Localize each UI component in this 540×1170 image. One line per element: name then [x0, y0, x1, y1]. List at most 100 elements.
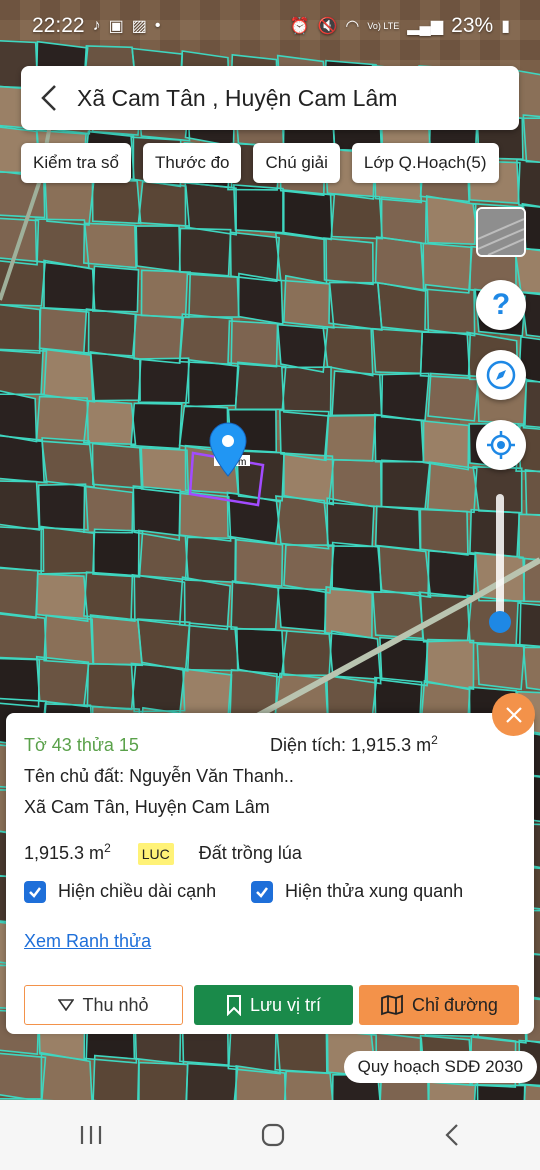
- field-parcel: [235, 362, 286, 410]
- area-label: Diện tích: 1,915.3 m2: [270, 733, 438, 756]
- field-parcel: [283, 190, 335, 240]
- back-button[interactable]: [21, 66, 77, 130]
- status-bar: 22:22 ♪ ▣ ▨ • ⏰ 🔇 ◠ Vo) LTE ▂▄▆ 23% ▮: [0, 0, 540, 52]
- land-info-row: 1,915.3 m2 LUC Đất trồng lúa: [24, 841, 302, 865]
- my-location-button[interactable]: [476, 420, 526, 470]
- field-parcel: [179, 668, 232, 718]
- field-parcel: [131, 403, 182, 449]
- minimize-button[interactable]: Thu nhỏ: [24, 985, 183, 1025]
- home-icon[interactable]: [260, 1122, 286, 1148]
- map-thumbnail-icon: [478, 209, 524, 255]
- field-parcel: [515, 70, 540, 119]
- battery-percent: 23%: [451, 14, 494, 37]
- field-parcel: [275, 1028, 327, 1073]
- ruler-button[interactable]: Thước đo: [142, 143, 242, 183]
- field-parcel: [233, 184, 283, 233]
- field-parcel: [374, 414, 424, 462]
- field-parcel: [377, 545, 431, 598]
- battery-icon: ▮: [501, 18, 510, 35]
- field-parcel: [372, 328, 423, 374]
- location-header: Xã Cam Tân , Huyện Cam Lâm: [21, 66, 519, 130]
- view-boundary-link[interactable]: Xem Ranh thửa: [24, 931, 151, 952]
- alarm-icon: ⏰: [289, 18, 310, 35]
- map-icon: [381, 994, 403, 1016]
- field-parcel: [231, 581, 279, 630]
- field-parcel: [138, 358, 189, 403]
- field-parcel: [131, 663, 185, 712]
- checkbox-neighbors[interactable]: Hiện thửa xung quanh: [251, 881, 463, 904]
- map-layer-button[interactable]: [476, 207, 526, 257]
- field-parcel: [92, 180, 141, 224]
- save-location-label: Lưu vị trí: [249, 994, 322, 1015]
- tiktok-icon: ♪: [92, 17, 101, 34]
- field-parcel: [0, 349, 47, 395]
- field-parcel: [185, 182, 237, 235]
- page-title: Xã Cam Tân , Huyện Cam Lâm: [77, 84, 398, 111]
- field-parcel: [36, 656, 89, 707]
- field-parcel: [38, 484, 88, 530]
- help-button[interactable]: ?: [476, 280, 526, 330]
- triangle-down-icon: [58, 999, 75, 1011]
- close-icon: [505, 706, 522, 723]
- field-parcel: [179, 228, 231, 276]
- parcel-address: Xã Cam Tân, Huyện Cam Lâm: [24, 797, 270, 817]
- field-parcel: [44, 615, 94, 664]
- field-parcel: [428, 373, 479, 421]
- field-parcel: [45, 177, 95, 226]
- chevron-left-icon: [41, 85, 56, 111]
- dot-icon: •: [154, 17, 161, 34]
- compass-icon: [486, 360, 516, 390]
- back-nav-icon[interactable]: [442, 1122, 462, 1148]
- field-parcel: [477, 644, 525, 690]
- toolbar-chips: Kiểm tra sổ Thước đo Chú giải Lớp Q.Hoạc…: [21, 143, 499, 183]
- field-parcel: [425, 462, 477, 513]
- field-parcel: [330, 193, 383, 239]
- field-parcel: [185, 359, 239, 407]
- field-parcel: [92, 529, 143, 577]
- save-location-button[interactable]: Lưu vị trí: [194, 985, 353, 1025]
- check-book-button[interactable]: Kiểm tra sổ: [21, 143, 131, 183]
- zoom-slider-track[interactable]: [496, 494, 504, 622]
- minimize-label: Thu nhỏ: [82, 994, 149, 1015]
- zoom-slider-handle[interactable]: [489, 611, 511, 633]
- field-parcel: [283, 544, 334, 593]
- field-parcel: [83, 400, 136, 445]
- field-parcel: [36, 573, 88, 622]
- field-parcel: [420, 332, 471, 379]
- field-parcel: [0, 481, 40, 530]
- area-value-sup: 2: [104, 841, 111, 855]
- checkbox-checked-icon[interactable]: [24, 881, 46, 904]
- network-label: Vo) LTE: [367, 20, 400, 31]
- field-parcel: [0, 612, 47, 660]
- field-parcel: [185, 537, 236, 583]
- field-parcel: [379, 373, 429, 421]
- planning-layer-button[interactable]: Lớp Q.Hoạch(5): [351, 143, 499, 183]
- area-value: 1,915.3 m: [24, 843, 105, 863]
- field-parcel: [138, 181, 190, 227]
- field-parcel: [0, 567, 38, 619]
- area-text: Diện tích: 1,915.3 m: [270, 735, 432, 755]
- field-parcel: [277, 587, 326, 632]
- field-parcel: [281, 367, 332, 417]
- field-parcel: [519, 514, 540, 561]
- field-parcel: [324, 414, 376, 462]
- field-parcel: [332, 371, 383, 416]
- close-panel-button[interactable]: [492, 693, 535, 736]
- checkbox-edge-length[interactable]: Hiện chiều dài cạnh: [24, 881, 216, 904]
- recent-apps-icon[interactable]: [78, 1124, 104, 1146]
- field-parcel: [39, 307, 89, 354]
- compass-button[interactable]: [476, 350, 526, 400]
- planning-badge[interactable]: Quy hoạch SDĐ 2030: [343, 1051, 537, 1083]
- gallery-icon: ▨: [131, 18, 147, 35]
- field-parcel: [83, 486, 133, 533]
- field-parcel: [230, 232, 280, 282]
- field-parcel: [185, 274, 239, 318]
- field-parcel: [375, 506, 421, 551]
- field-parcel: [90, 351, 141, 401]
- legend-button[interactable]: Chú giải: [253, 143, 340, 183]
- field-parcel: [281, 630, 333, 676]
- checkbox-checked-icon[interactable]: [251, 881, 273, 904]
- directions-button[interactable]: Chỉ đường: [359, 985, 519, 1025]
- field-parcel: [419, 592, 472, 642]
- field-parcel: [275, 496, 329, 549]
